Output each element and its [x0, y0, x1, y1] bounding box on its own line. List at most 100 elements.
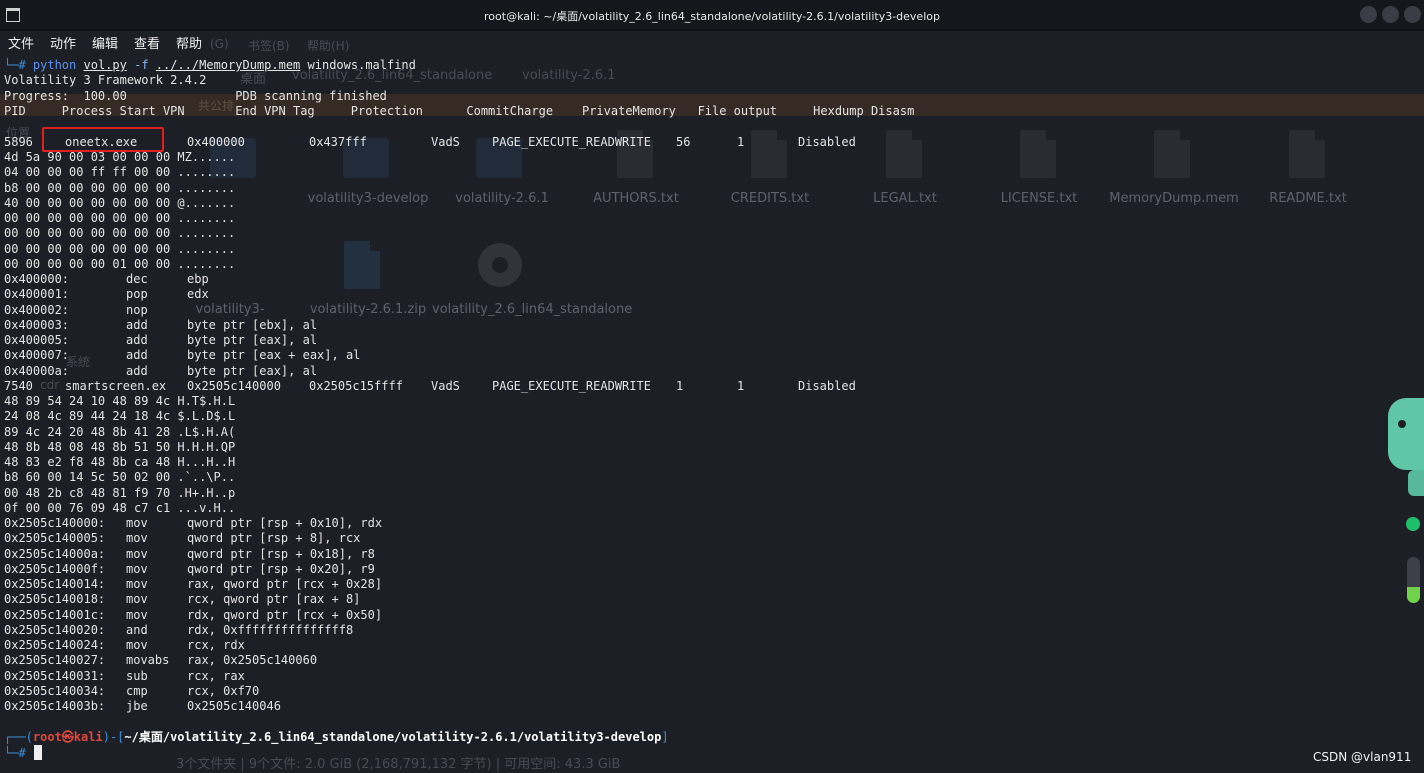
menu-edit[interactable]: 编辑 — [92, 33, 118, 52]
asm-address: 0x400005: — [4, 333, 70, 347]
ghost-status-bar: 3个文件夹 | 9个文件: 2.0 GiB (2,168,791,132 字节)… — [176, 757, 621, 772]
asm-address: 0x2505c14001c: — [4, 607, 106, 622]
asm-mnemonic: add — [126, 317, 148, 332]
asm-mnemonic: add — [126, 348, 148, 363]
ghost-executable-icon — [478, 243, 522, 287]
asm-address: 0x2505c140034: — [4, 683, 106, 698]
menu-file[interactable]: 文件 — [8, 33, 34, 52]
command-script: vol.py — [83, 58, 127, 72]
ghost-sidebar-cdr: cdr — [40, 378, 60, 392]
command-file: ../../MemoryDump.mem — [155, 58, 301, 72]
entry-end-vpn: 0x437fff — [309, 135, 367, 149]
asm-operands: edx — [187, 287, 209, 302]
ghost-file-label: volatility3- — [195, 302, 265, 317]
ghost-zip-icon — [344, 241, 380, 289]
asm-mnemonic: dec — [126, 272, 148, 286]
mascot-widget[interactable] — [1388, 398, 1424, 470]
asm-address: 0x400002: — [4, 302, 70, 317]
asm-mnemonic: and — [126, 622, 148, 637]
asm-address: 0x2505c140005: — [4, 531, 106, 546]
asm-address: 0x2505c140020: — [4, 622, 106, 637]
minimize-button[interactable] — [1360, 6, 1377, 23]
command-flag: -f — [134, 58, 149, 72]
menu-view[interactable]: 查看 — [134, 33, 160, 52]
hexdump-line: b8 00 00 00 00 00 00 00 ........ — [4, 180, 236, 195]
menu-action[interactable]: 动作 — [50, 33, 76, 52]
framework-version: Volatility 3 Framework 2.4.2 — [4, 73, 207, 87]
command-python: python — [32, 58, 77, 72]
asm-operands: rcx, qword ptr [rax + 8] — [187, 592, 361, 607]
prompt-path: ~/桌面/volatility_2.6_lin64_standalone/vol… — [124, 730, 662, 744]
ghost-file-label: CREDITS.txt — [730, 191, 810, 206]
hexdump-line: 04 00 00 00 ff ff 00 00 ........ — [4, 165, 236, 180]
asm-address: 0x2505c14000f: — [4, 561, 106, 576]
asm-operands: 0x2505c140046 — [187, 699, 281, 713]
asm-operands: rax, qword ptr [rcx + 0x28] — [187, 577, 383, 591]
hexdump-line: 0f 00 00 76 09 48 c7 c1 ...v.H.. — [4, 500, 236, 515]
asm-mnemonic: mov — [126, 546, 148, 561]
asm-mnemonic: mov — [126, 516, 148, 530]
entry-protection: PAGE_EXECUTE_READWRITE — [492, 379, 651, 393]
asm-mnemonic: add — [126, 363, 148, 378]
asm-operands: rcx, rdx — [187, 638, 245, 652]
ghost-file-label: LICENSE.txt — [1000, 191, 1078, 206]
ghost-file-label: README.txt — [1269, 191, 1347, 206]
asm-operands: qword ptr [rsp + 0x18], r8 — [187, 546, 375, 561]
hexdump-line: 00 00 00 00 00 01 00 00 ........ — [4, 256, 236, 271]
menu-help[interactable]: 帮助 — [176, 33, 202, 52]
hexdump-line: 24 08 4c 89 44 24 18 4c $.L.D$.L — [4, 409, 236, 424]
entry-tag: VadS — [431, 379, 460, 393]
hexdump-line: 40 00 00 00 00 00 00 00 @....... — [4, 195, 236, 210]
ghost-file-label: MemoryDump.mem — [1109, 191, 1239, 206]
asm-operands: rdx, qword ptr [rcx + 0x50] — [187, 607, 383, 622]
asm-mnemonic: jbe — [126, 699, 148, 713]
asm-address: 0x2505c140014: — [4, 577, 106, 591]
slider-fill — [1407, 586, 1420, 603]
maximize-button[interactable] — [1382, 6, 1399, 23]
entry-private-memory: 1 — [737, 379, 745, 393]
asm-mnemonic: add — [126, 333, 148, 347]
asm-mnemonic: mov — [126, 561, 148, 576]
prompt-input-line: └─# — [4, 746, 26, 760]
ghost-file-label: LEGAL.txt — [873, 191, 937, 206]
asm-operands: qword ptr [rsp + 8], rcx — [187, 531, 361, 546]
hexdump-line: 00 00 00 00 00 00 00 00 ........ — [4, 211, 236, 225]
hexdump-line: 00 48 2b c8 48 81 f9 70 .H+.H..p — [4, 485, 236, 500]
hexdump-line: 4d 5a 90 00 03 00 00 00 MZ...... — [4, 150, 236, 164]
csdn-watermark: CSDN @vlan911 — [1313, 750, 1412, 764]
asm-address: 0x2505c140000: — [4, 516, 106, 530]
command-plugin: windows.malfind — [307, 58, 416, 72]
asm-mnemonic: mov — [126, 607, 148, 622]
entry-start-vpn: 0x400000 — [187, 135, 245, 149]
asm-address: 0x2505c14003b: — [4, 699, 106, 713]
volume-slider[interactable] — [1407, 557, 1420, 603]
asm-mnemonic: sub — [126, 668, 148, 683]
close-button[interactable] — [1404, 6, 1421, 23]
asm-address: 0x2505c140024: — [4, 638, 106, 652]
hexdump-line: b8 60 00 14 5c 50 02 00 .`..\P.. — [4, 470, 236, 485]
asm-mnemonic: nop — [126, 302, 148, 317]
entry-commit-charge: 56 — [676, 135, 691, 149]
prompt-bracket: ] — [661, 730, 669, 744]
hexdump-line: 89 4c 24 20 48 8b 41 28 .L$.H.A( — [4, 424, 236, 439]
ghost-binary-file-icon — [1154, 130, 1190, 178]
prompt-symbol: └─# — [4, 58, 33, 72]
ghost-file-label: volatility-2.6.1 — [455, 191, 549, 206]
asm-mnemonic: pop — [126, 287, 148, 302]
asm-mnemonic: movabs — [126, 653, 170, 668]
entry-commit-charge: 1 — [676, 379, 684, 393]
asm-address: 0x400000: — [4, 272, 70, 286]
asm-address: 0x400003: — [4, 317, 70, 332]
ghost-text-file-icon — [1020, 130, 1056, 178]
command-line: └─# python vol.py -f ../../MemoryDump.me… — [4, 58, 416, 73]
entry-process: smartscreen.ex — [65, 379, 167, 393]
progress-line: Progress: 100.00 PDB scanning finished — [4, 89, 387, 103]
asm-operands: rdx, 0xfffffffffffffff8 — [187, 622, 354, 637]
title-bar: root@kali: ~/桌面/volatility_2.6_lin64_sta… — [0, 0, 1424, 31]
entry-end-vpn: 0x2505c15ffff — [309, 379, 403, 393]
hexdump-line: 48 89 54 24 10 48 89 4c H.T$.H.L — [4, 394, 236, 408]
mascot-foot — [1408, 470, 1424, 496]
process-highlight-box — [42, 127, 164, 152]
status-indicator-icon — [1406, 517, 1420, 531]
asm-mnemonic: mov — [126, 577, 148, 591]
